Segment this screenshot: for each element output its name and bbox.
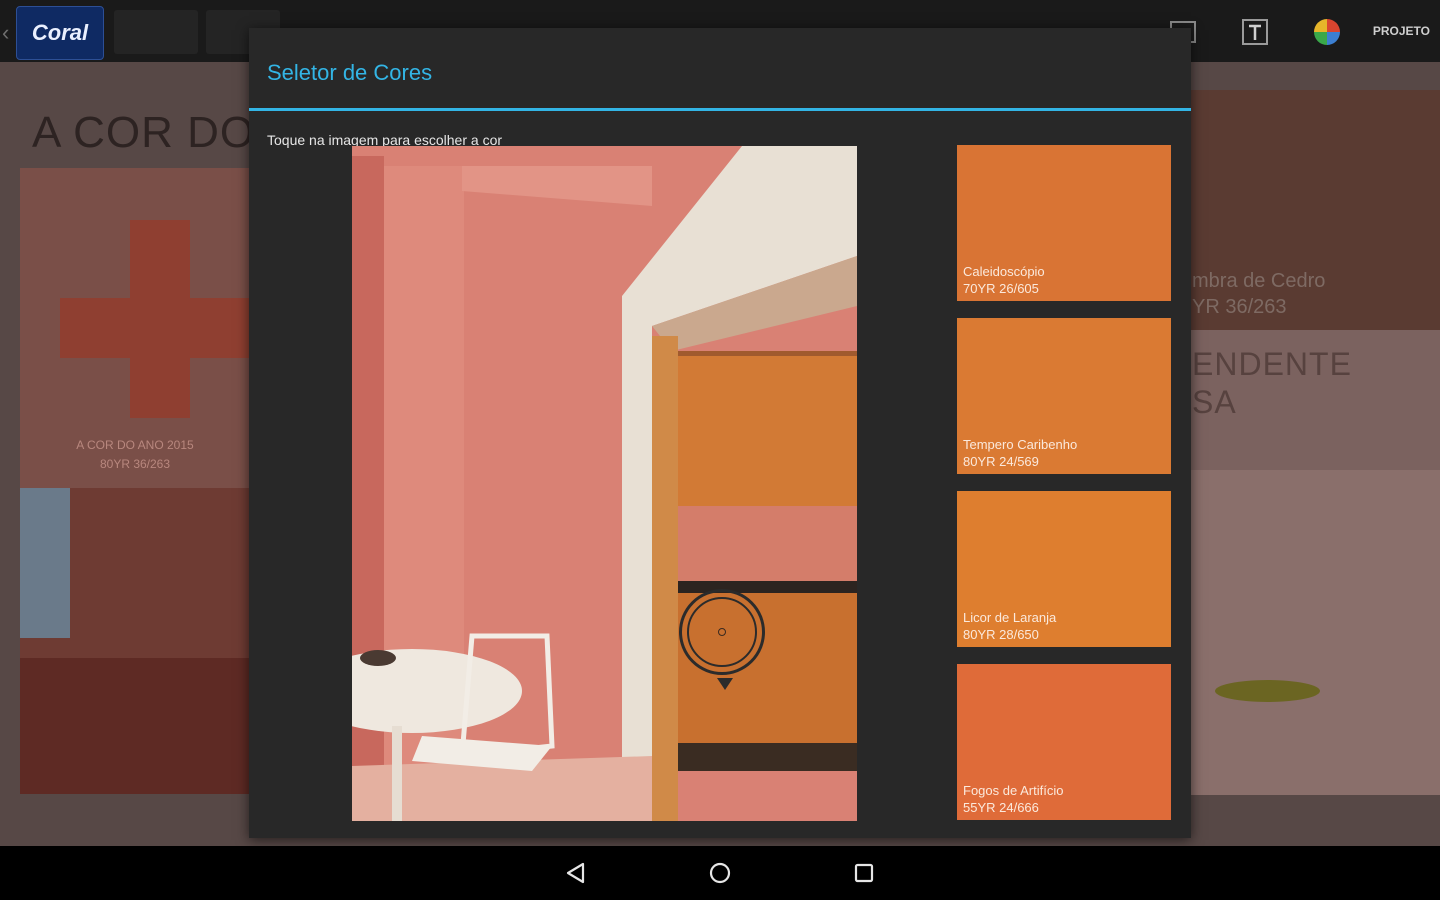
background-right-heading: ENDENTE SA	[1192, 345, 1352, 421]
color-picker-handle[interactable]	[679, 589, 765, 690]
coral-logo[interactable]: Coral	[16, 6, 104, 60]
toolbar-tab[interactable]	[114, 10, 198, 54]
background-heading: A COR DO	[32, 108, 256, 157]
swatch-name: Fogos de Artifício	[963, 783, 1064, 798]
swatch-code: 80YR 28/650	[963, 627, 1039, 642]
background-text-line: mbra de Cedro	[1192, 270, 1326, 292]
swatch-1[interactable]: Caleidoscópio 70YR 26/605	[957, 145, 1171, 301]
color-picker-dialog: Seletor de Cores Toque na imagem para es…	[249, 28, 1191, 838]
background-text-line: ENDENTE	[1192, 346, 1352, 382]
system-navigation-bar	[0, 846, 1440, 900]
swatch-name: Tempero Caribenho	[963, 437, 1078, 452]
background-photo-right	[1190, 470, 1440, 795]
dialog-title: Seletor de Cores	[267, 60, 433, 85]
swatch-2[interactable]: Tempero Caribenho 80YR 24/569	[957, 318, 1171, 474]
swatch-name: Caleidoscópio	[963, 264, 1045, 279]
swatch-4[interactable]: Fogos de Artifício 55YR 24/666	[957, 664, 1171, 820]
background-photo	[20, 488, 250, 794]
swatch-code: 70YR 26/605	[963, 281, 1039, 296]
swatch-code: 80YR 24/569	[963, 454, 1039, 469]
background-text-line: SA	[1192, 384, 1237, 420]
picker-center-dot	[718, 628, 726, 636]
background-caption-code: 80YR 36/263	[99, 457, 171, 471]
chevron-left-icon[interactable]: ‹	[2, 20, 9, 46]
text-icon[interactable]	[1240, 17, 1270, 47]
swatch-code: 55YR 24/666	[963, 800, 1039, 815]
room-photo[interactable]	[352, 146, 857, 821]
project-button[interactable]: PROJETO	[1373, 24, 1430, 38]
decor-shape	[60, 298, 250, 358]
decor-window	[20, 488, 70, 638]
back-icon[interactable]	[563, 860, 589, 886]
home-icon[interactable]	[707, 860, 733, 886]
decor-stool	[1215, 680, 1320, 702]
decor-table	[20, 658, 250, 794]
recents-icon[interactable]	[851, 860, 877, 886]
dialog-divider	[249, 108, 1191, 111]
background-caption: A COR DO ANO 2015	[76, 438, 194, 452]
background-color-name: mbra de Cedro YR 36/263	[1192, 268, 1325, 320]
background-card-left: A COR DO ANO 2015 80YR 36/263	[20, 168, 250, 794]
picker-pointer	[717, 678, 733, 690]
room-illustration	[352, 146, 857, 821]
color-wheel-icon[interactable]	[1312, 17, 1342, 47]
background-text-line: YR 36/263	[1192, 296, 1287, 318]
swatch-3[interactable]: Licor de Laranja 80YR 28/650	[957, 491, 1171, 647]
swatch-name: Licor de Laranja	[963, 610, 1057, 625]
